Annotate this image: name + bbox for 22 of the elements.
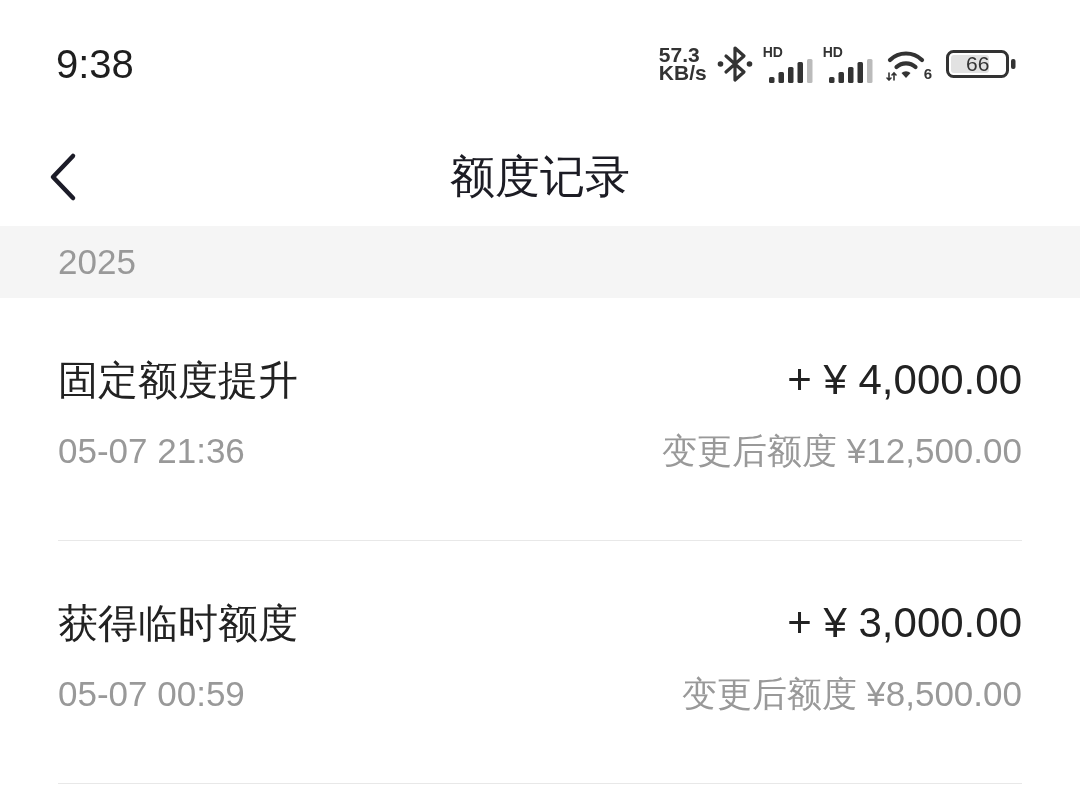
year-label: 2025 (58, 241, 136, 283)
record-amount: + ¥ 3,000.00 (787, 599, 1022, 647)
network-type-label: HD (762, 45, 783, 59)
battery-icon (946, 50, 1016, 78)
wifi-standard-label: 6 (923, 66, 932, 81)
network-speed-value: 57.3 (658, 46, 700, 64)
page-title: 额度记录 (450, 150, 630, 204)
battery-percent: 66 (966, 54, 990, 74)
balance-after-change: 变更后额度 ¥12,500.00 (662, 430, 1022, 472)
record-time: 05-07 21:36 (58, 430, 246, 472)
chevron-left-icon (48, 152, 78, 202)
signal-bars-icon (828, 58, 873, 83)
record-title: 固定额度提升 (58, 357, 298, 404)
record-title: 获得临时额度 (58, 600, 298, 647)
record-time: 05-07 00:59 (58, 673, 246, 715)
record-amount: + ¥ 4,000.00 (787, 356, 1022, 404)
network-type-label: HD (822, 45, 843, 59)
balance-after-change: 变更后额度 ¥8,500.00 (681, 673, 1022, 715)
bluetooth-icon (716, 45, 753, 83)
signal-bars-icon (768, 58, 813, 83)
status-time: 9:38 (56, 41, 134, 88)
network-speed-unit: KB/s (658, 64, 707, 82)
